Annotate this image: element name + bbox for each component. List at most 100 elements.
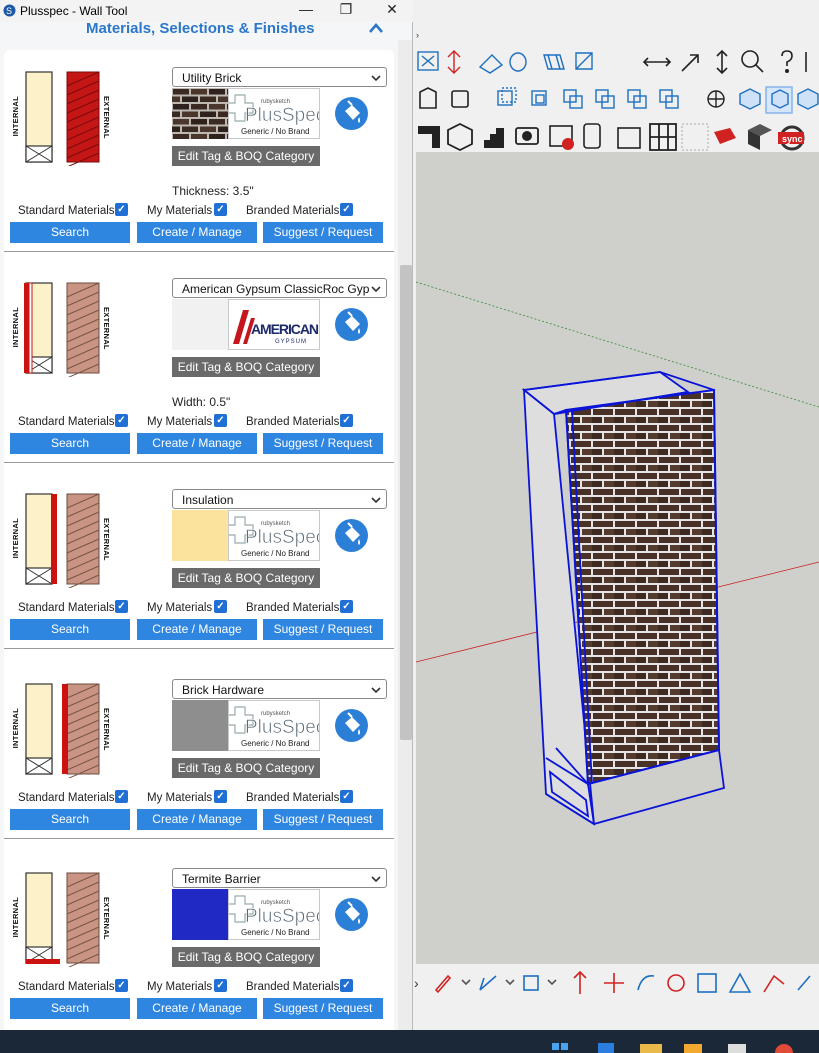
material-select[interactable]: Termite Barrier (172, 868, 387, 888)
material-swatch (172, 700, 228, 751)
layer-divider (4, 838, 394, 839)
material-select-value: Brick Hardware (182, 683, 265, 697)
create-manage-button[interactable]: Create / Manage (137, 222, 257, 243)
svg-text:PlusSpec: PlusSpec (245, 527, 320, 548)
external-label: EXTERNAL (102, 518, 111, 561)
edit-tag-boq-button[interactable]: Edit Tag & BOQ Category (172, 146, 320, 166)
layer-dimension: Width: 0.5" (172, 395, 231, 409)
svg-text:sync: sync (782, 134, 803, 144)
svg-text:GYPSUM: GYPSUM (275, 339, 307, 345)
os-taskbar (0, 1030, 819, 1053)
suggest-request-button[interactable]: Suggest / Request (263, 433, 383, 454)
svg-text:Generic / No Brand: Generic / No Brand (241, 549, 309, 558)
external-label: EXTERNAL (102, 897, 111, 940)
wall-layer-1: INTERNAL EXTERNAL Utility Brick rubysketch P… (4, 64, 394, 274)
create-manage-button[interactable]: Create / Manage (137, 433, 257, 454)
material-select[interactable]: American Gypsum ClassicRoc Gyp (172, 278, 387, 298)
standard-materials-checkbox[interactable]: ✓ (115, 414, 128, 427)
my-materials-checkbox[interactable]: ✓ (214, 203, 227, 216)
material-swatch (172, 510, 228, 561)
create-manage-button[interactable]: Create / Manage (137, 998, 257, 1019)
my-materials-checkbox[interactable]: ✓ (214, 600, 227, 613)
toolbar-row-2 (414, 84, 819, 114)
bottom-toolbar: › (414, 964, 819, 1000)
branded-materials-label: Branded Materials (246, 416, 340, 428)
search-button[interactable]: Search (10, 998, 130, 1019)
internal-label: INTERNAL (11, 708, 20, 749)
branded-materials-checkbox[interactable]: ✓ (340, 414, 353, 427)
layer-diagram: INTERNAL EXTERNAL (10, 66, 114, 166)
wall-tool-icon (418, 126, 440, 148)
layers-list[interactable]: INTERNAL EXTERNAL Utility Brick rubysketch P… (4, 50, 394, 1030)
toolbar-overflow[interactable]: › (416, 30, 419, 40)
filter-row: Standard Materials ✓ My Materials ✓ Branded … (4, 979, 394, 995)
material-select[interactable]: Brick Hardware (172, 679, 387, 699)
paint-bucket-icon (345, 712, 360, 735)
my-materials-label: My Materials (147, 602, 213, 614)
branded-materials-label: Branded Materials (246, 602, 340, 614)
my-materials-checkbox[interactable]: ✓ (214, 979, 227, 992)
edit-tag-boq-button[interactable]: Edit Tag & BOQ Category (172, 357, 320, 377)
paint-bucket-button[interactable] (335, 519, 368, 552)
3d-viewport[interactable] (416, 152, 819, 964)
edit-tag-boq-button[interactable]: Edit Tag & BOQ Category (172, 568, 320, 588)
my-materials-checkbox[interactable]: ✓ (214, 414, 227, 427)
edit-tag-boq-button[interactable]: Edit Tag & BOQ Category (172, 758, 320, 778)
branded-materials-checkbox[interactable]: ✓ (340, 203, 353, 216)
edit-tag-boq-button[interactable]: Edit Tag & BOQ Category (172, 947, 320, 967)
layer-diagram: INTERNAL EXTERNAL (10, 277, 114, 377)
material-select-value: Utility Brick (182, 71, 242, 85)
standard-materials-checkbox[interactable]: ✓ (115, 790, 128, 803)
minimize-button[interactable]: — (292, 1, 320, 17)
standard-materials-label: Standard Materials (18, 416, 115, 428)
internal-label: INTERNAL (11, 518, 20, 559)
branded-materials-label: Branded Materials (246, 205, 340, 217)
chevron-up-icon[interactable] (368, 22, 384, 34)
branded-materials-checkbox[interactable]: ✓ (340, 979, 353, 992)
standard-materials-checkbox[interactable]: ✓ (115, 979, 128, 992)
branded-materials-checkbox[interactable]: ✓ (340, 790, 353, 803)
standard-materials-checkbox[interactable]: ✓ (115, 203, 128, 216)
paint-bucket-button[interactable] (335, 308, 368, 341)
search-button[interactable]: Search (10, 809, 130, 830)
branded-materials-label: Branded Materials (246, 792, 340, 804)
suggest-request-button[interactable]: Suggest / Request (263, 998, 383, 1019)
brand-logo: rubysketch PlusSpec Generic / No Brand (228, 88, 320, 139)
standard-materials-label: Standard Materials (18, 602, 115, 614)
paint-bucket-button[interactable] (335, 97, 368, 130)
external-label: EXTERNAL (102, 708, 111, 751)
suggest-request-button[interactable]: Suggest / Request (263, 222, 383, 243)
search-button[interactable]: Search (10, 222, 130, 243)
suggest-request-button[interactable]: Suggest / Request (263, 619, 383, 640)
search-button[interactable]: Search (10, 619, 130, 640)
brand-logo: AMERICAN GYPSUM (228, 299, 320, 350)
svg-text:AMERICAN: AMERICAN (251, 321, 319, 337)
wall-tool-window: S Plusspec - Wall Tool — ❐ ✕ Materials, … (0, 0, 413, 1030)
material-select[interactable]: Utility Brick (172, 67, 387, 87)
svg-text:Generic / No Brand: Generic / No Brand (241, 739, 309, 748)
scrollbar-thumb[interactable] (400, 265, 412, 740)
wall-layer-2: INTERNAL EXTERNAL American Gypsum ClassicR… (4, 275, 394, 485)
internal-label: INTERNAL (11, 307, 20, 348)
standard-materials-label: Standard Materials (18, 792, 115, 804)
standard-materials-checkbox[interactable]: ✓ (115, 600, 128, 613)
svg-text:Generic / No Brand: Generic / No Brand (241, 127, 309, 136)
branded-materials-checkbox[interactable]: ✓ (340, 600, 353, 613)
paint-bucket-button[interactable] (335, 898, 368, 931)
svg-text:›: › (414, 975, 419, 991)
create-manage-button[interactable]: Create / Manage (137, 809, 257, 830)
my-materials-checkbox[interactable]: ✓ (214, 790, 227, 803)
my-materials-label: My Materials (147, 416, 213, 428)
maximize-button[interactable]: ❐ (332, 1, 360, 18)
close-button[interactable]: ✕ (378, 1, 406, 18)
svg-text:PlusSpec: PlusSpec (245, 105, 320, 126)
paint-bucket-button[interactable] (335, 709, 368, 742)
create-manage-button[interactable]: Create / Manage (137, 619, 257, 640)
material-select[interactable]: Insulation (172, 489, 387, 509)
layer-diagram: INTERNAL EXTERNAL (10, 488, 114, 588)
suggest-request-button[interactable]: Suggest / Request (263, 809, 383, 830)
material-select-value: Termite Barrier (182, 872, 261, 886)
search-button[interactable]: Search (10, 433, 130, 454)
window-title: Plusspec - Wall Tool (20, 4, 128, 18)
layer-diagram: INTERNAL EXTERNAL (10, 678, 114, 778)
